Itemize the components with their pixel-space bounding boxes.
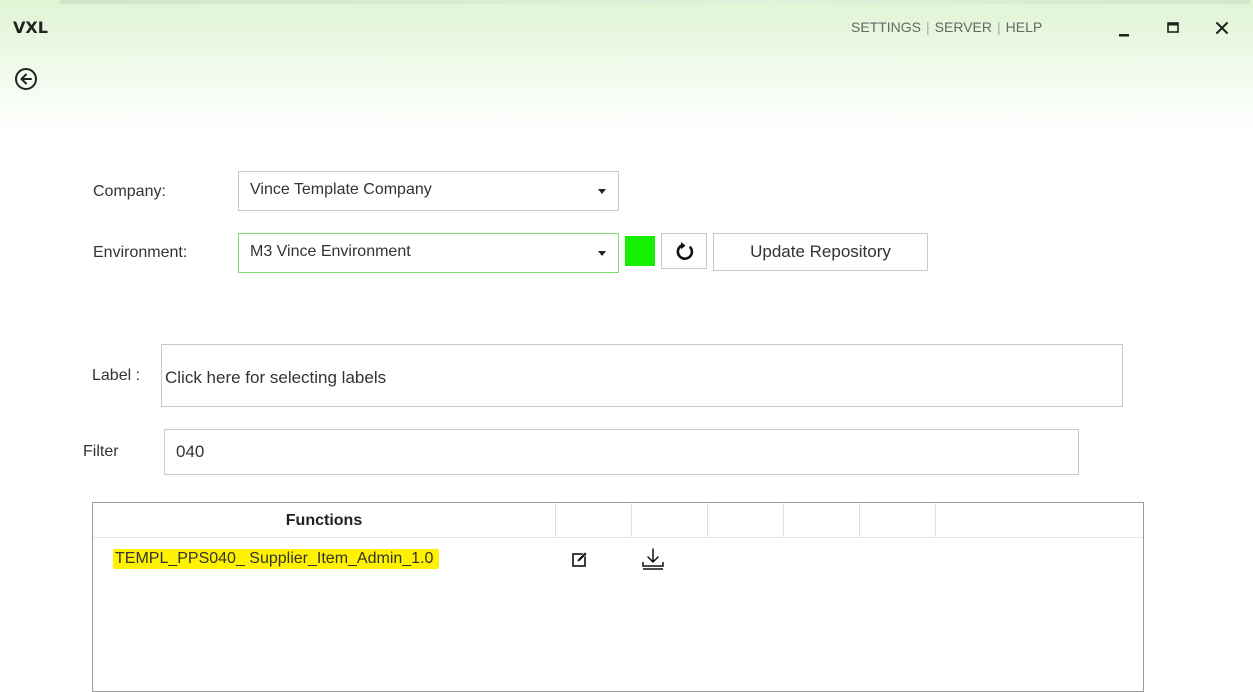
- chevron-down-icon: [598, 251, 606, 256]
- chevron-down-icon: [598, 189, 606, 194]
- app-title: VXL: [13, 18, 48, 37]
- minimize-icon: [1119, 34, 1129, 37]
- refresh-icon: [676, 242, 694, 260]
- grid-header: Functions: [93, 503, 1143, 538]
- functions-grid: Functions TEMPL_PPS040_ Supplier_Item_Ad…: [92, 502, 1144, 692]
- top-navigation: SETTINGS | SERVER | HELP: [851, 19, 1042, 35]
- functions-column-header[interactable]: Functions: [93, 503, 556, 537]
- title-bar-edge: [60, 0, 1250, 4]
- table-row[interactable]: TEMPL_PPS040_ Supplier_Item_Admin_1.0: [93, 541, 1143, 577]
- back-button[interactable]: [15, 68, 37, 90]
- company-selected-value: Vince Template Company: [250, 181, 432, 198]
- nav-separator: |: [996, 19, 1001, 35]
- column-header-download[interactable]: [632, 503, 708, 537]
- settings-link[interactable]: SETTINGS: [851, 19, 921, 35]
- label-placeholder: Click here for selecting labels: [165, 368, 387, 387]
- column-header-4[interactable]: [784, 503, 860, 537]
- update-repository-button[interactable]: Update Repository: [713, 233, 928, 271]
- server-link[interactable]: SERVER: [935, 19, 992, 35]
- company-label: Company:: [93, 183, 166, 200]
- column-header-edit[interactable]: [556, 503, 632, 537]
- title-bar: VXL SETTINGS | SERVER | HELP: [0, 0, 1253, 130]
- minimize-button[interactable]: [1110, 14, 1138, 42]
- company-select[interactable]: Vince Template Company: [238, 171, 619, 211]
- environment-label: Environment:: [93, 244, 188, 261]
- filter-value: 040: [176, 442, 205, 461]
- column-header-3[interactable]: [708, 503, 784, 537]
- nav-separator: |: [926, 19, 930, 35]
- close-icon: [1216, 22, 1228, 34]
- download-icon[interactable]: [640, 547, 666, 575]
- maximize-button[interactable]: [1159, 14, 1187, 42]
- maximize-icon: [1167, 22, 1179, 33]
- close-button[interactable]: [1208, 14, 1236, 42]
- function-name[interactable]: TEMPL_PPS040_ Supplier_Item_Admin_1.0: [113, 549, 440, 569]
- environment-select[interactable]: M3 Vince Environment: [238, 233, 619, 273]
- help-link[interactable]: HELP: [1006, 19, 1043, 35]
- filter-label: Filter: [83, 443, 119, 460]
- refresh-button[interactable]: [661, 233, 707, 269]
- environment-selected-value: M3 Vince Environment: [250, 243, 411, 260]
- edit-icon[interactable]: [571, 550, 589, 572]
- label-field-label: Label :: [92, 367, 141, 384]
- filter-input[interactable]: 040: [164, 429, 1079, 475]
- environment-status-indicator: [625, 236, 655, 266]
- column-header-5[interactable]: [860, 503, 936, 537]
- arrow-left-circle-icon: [20, 73, 32, 85]
- label-selector-input[interactable]: Click here for selecting labels: [161, 344, 1123, 407]
